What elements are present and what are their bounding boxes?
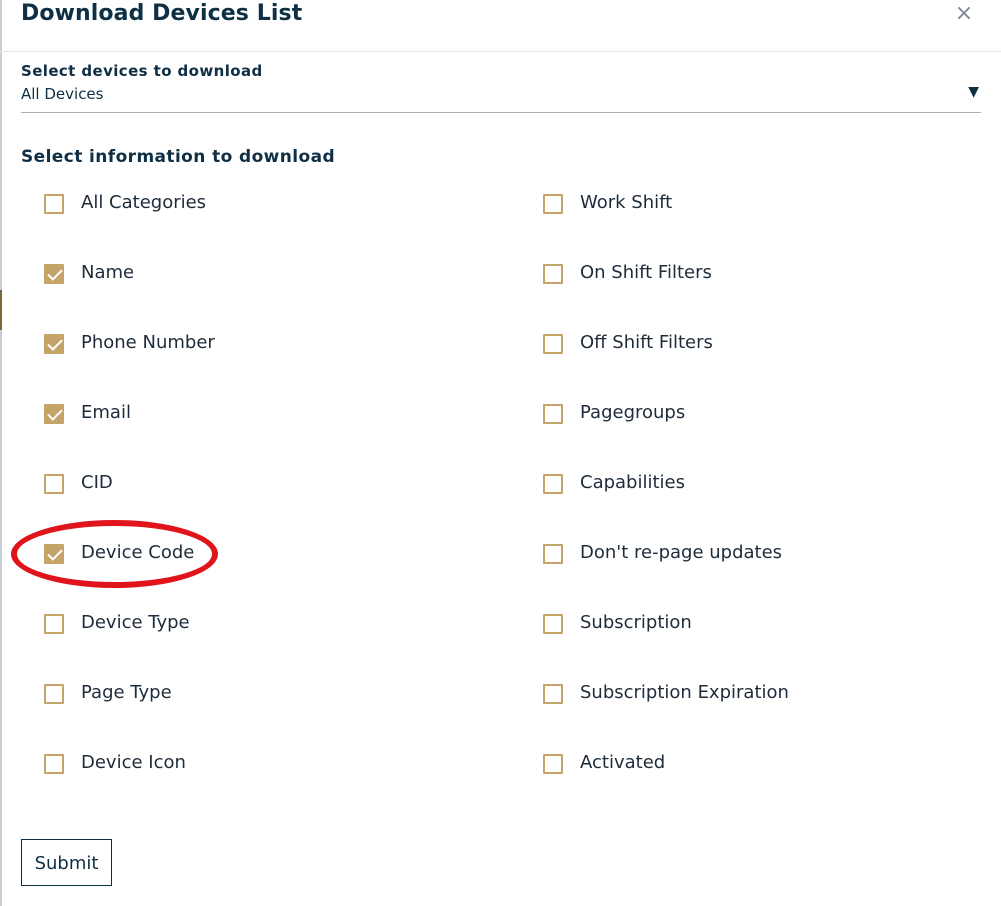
checkmark-icon	[47, 265, 63, 281]
option-label: Email	[81, 402, 131, 423]
option-label: Name	[81, 262, 135, 283]
checkbox-page-type[interactable]	[44, 684, 64, 704]
checkbox-subscription[interactable]	[543, 614, 563, 634]
download-devices-dialog: Download Devices List × Select devices t…	[0, 0, 1001, 906]
option-label: All Categories	[81, 192, 207, 213]
option-label: CID	[81, 472, 113, 493]
option-label: Off Shift Filters	[580, 332, 713, 353]
option-label: Capabilities	[580, 472, 685, 493]
dialog-title: Download Devices List	[21, 1, 303, 26]
devices-select-label: Select devices to download	[21, 62, 263, 80]
checkbox-don-t-re-page-updates[interactable]	[543, 544, 563, 564]
option-label: Subscription Expiration	[580, 682, 789, 703]
checkbox-activated[interactable]	[543, 754, 563, 774]
option-label: Page Type	[81, 682, 172, 703]
devices-select-value: All Devices	[21, 85, 104, 103]
checkbox-subscription-expiration[interactable]	[543, 684, 563, 704]
option-label: Don't re-page updates	[580, 542, 783, 563]
checkbox-on-shift-filters[interactable]	[543, 264, 563, 284]
devices-select[interactable]: All Devices ▼	[21, 82, 981, 113]
checkbox-all-categories[interactable]	[44, 194, 64, 214]
option-label: Work Shift	[580, 192, 673, 213]
checkbox-work-shift[interactable]	[543, 194, 563, 214]
checkbox-device-icon[interactable]	[44, 754, 64, 774]
checkbox-name[interactable]	[44, 264, 64, 284]
option-label: Device Icon	[81, 752, 186, 773]
checkbox-email[interactable]	[44, 404, 64, 424]
option-label: Device Type	[81, 612, 190, 633]
checkbox-capabilities[interactable]	[543, 474, 563, 494]
submit-button[interactable]: Submit	[21, 839, 112, 886]
checkbox-device-code[interactable]	[44, 544, 64, 564]
checkmark-icon	[47, 335, 63, 351]
dropdown-arrow-icon[interactable]: ▼	[968, 84, 979, 100]
checkbox-pagegroups[interactable]	[543, 404, 563, 424]
option-label: Phone Number	[81, 332, 215, 353]
checkmark-icon	[47, 405, 63, 421]
option-label: Pagegroups	[580, 402, 686, 423]
close-icon[interactable]: ×	[952, 2, 976, 26]
option-label: Subscription	[580, 612, 692, 633]
checkbox-cid[interactable]	[44, 474, 64, 494]
info-section-label: Select information to download	[21, 147, 336, 167]
option-label: Device Code	[81, 542, 195, 563]
page-left-border	[0, 0, 2, 906]
checkbox-off-shift-filters[interactable]	[543, 334, 563, 354]
checkmark-icon	[47, 545, 63, 561]
option-label: Activated	[580, 752, 666, 773]
checkbox-phone-number[interactable]	[44, 334, 64, 354]
dialog-header: Download Devices List ×	[0, 0, 1001, 52]
option-label: On Shift Filters	[580, 262, 712, 283]
checkbox-device-type[interactable]	[44, 614, 64, 634]
page-left-accent	[0, 290, 2, 330]
